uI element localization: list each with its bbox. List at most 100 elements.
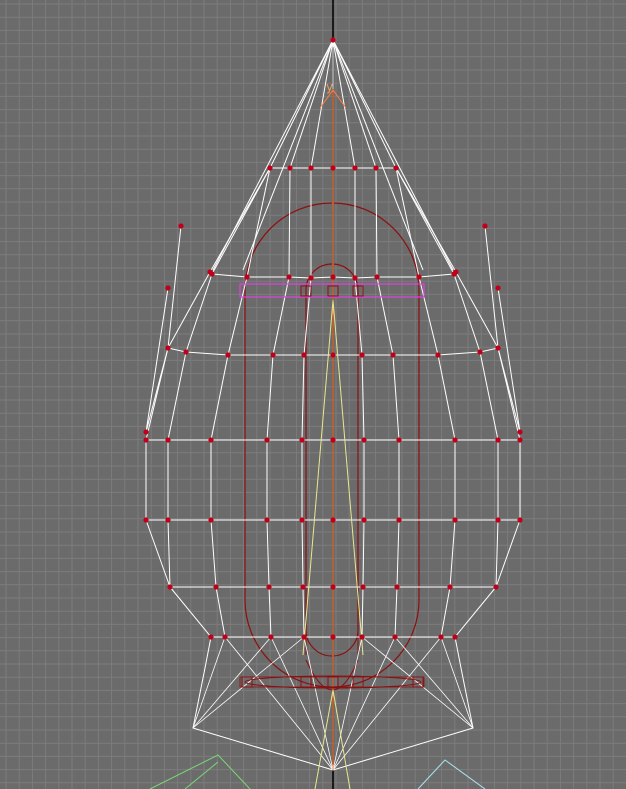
mesh-edge — [209, 167, 271, 273]
mesh-vertex — [352, 275, 358, 281]
mesh-edge — [212, 39, 334, 271]
mesh-edge — [495, 519, 499, 588]
mesh-edge — [375, 167, 378, 278]
mesh-vertex — [396, 517, 402, 523]
viewport-canvas[interactable] — [0, 0, 626, 789]
mesh-vertex — [374, 274, 380, 280]
mesh-vertex — [373, 165, 379, 171]
mesh-vertex — [452, 634, 458, 640]
mesh-vertex — [225, 352, 231, 358]
mesh-edge — [449, 519, 456, 588]
mesh-vertex — [244, 274, 250, 280]
mesh-vertex — [268, 634, 274, 640]
mesh-vertex — [213, 584, 219, 590]
mesh-vertex — [438, 634, 444, 640]
mesh-vertex — [165, 437, 171, 443]
mesh-vertex — [301, 634, 307, 640]
mesh-edge — [395, 167, 457, 273]
mesh-vertex — [330, 437, 336, 443]
mesh-edge — [167, 347, 333, 356]
mesh-vertex — [267, 165, 273, 171]
mesh-vertex — [393, 165, 399, 171]
mesh-vertex — [222, 634, 228, 640]
mesh-vertex — [143, 517, 149, 523]
inner-capsule — [305, 263, 359, 657]
mesh-vertex — [477, 349, 483, 355]
mesh-edge — [272, 276, 290, 356]
mesh-vertex — [143, 429, 149, 435]
mesh-vertex — [330, 37, 336, 43]
mesh-vertex — [264, 437, 270, 443]
mesh-edge — [362, 519, 365, 588]
mesh-vertex — [264, 517, 270, 523]
mesh-edge — [376, 276, 394, 356]
mesh-vertex — [266, 584, 272, 590]
mesh-vertex — [493, 584, 499, 590]
mesh-edge — [392, 354, 400, 441]
mesh-vertex — [517, 517, 523, 523]
mesh-vertex — [301, 352, 307, 358]
mesh-vertex — [143, 437, 149, 443]
mesh-edge — [454, 586, 497, 638]
mesh-vertex — [208, 634, 214, 640]
mesh-edge — [209, 271, 334, 279]
mesh-edge — [332, 39, 424, 271]
mesh-vertex — [207, 269, 213, 275]
mesh-vertex — [167, 584, 173, 590]
y-axis-label: y — [326, 80, 334, 94]
mesh-edge — [185, 273, 213, 353]
mesh-edge — [210, 519, 217, 588]
mesh-vertex — [165, 345, 171, 351]
mesh-vertex — [299, 517, 305, 523]
top-viewport[interactable]: y — [0, 0, 626, 789]
corner-helpers — [149, 754, 486, 789]
mesh-vertex — [392, 634, 398, 640]
mesh-vertex — [361, 517, 367, 523]
bone-gizmos[interactable] — [239, 283, 425, 689]
mesh-vertex — [435, 352, 441, 358]
mesh-vertex — [330, 517, 336, 523]
mesh-edge — [302, 586, 305, 638]
mesh-vertex — [394, 584, 400, 590]
mesh-vertex — [495, 285, 501, 291]
mesh-vertex — [447, 584, 453, 590]
mesh-edge — [394, 586, 398, 638]
mesh-vertex — [495, 437, 501, 443]
mesh-vertex — [452, 437, 458, 443]
mesh-vertex — [396, 437, 402, 443]
mesh-vertex — [359, 352, 365, 358]
mesh-edge — [453, 273, 481, 353]
mesh-vertex — [517, 437, 523, 443]
mesh-vertex — [416, 274, 422, 280]
mesh-vertex — [183, 349, 189, 355]
mesh-vertex — [330, 584, 336, 590]
mesh-vertex — [361, 437, 367, 443]
mesh-vertex — [287, 165, 293, 171]
mesh-vertex — [208, 517, 214, 523]
mesh-edge — [266, 519, 270, 588]
mesh-vertex — [360, 584, 366, 590]
mesh-vertex — [308, 165, 314, 171]
mesh-edge — [396, 519, 400, 588]
mesh-vertex — [390, 352, 396, 358]
mesh-vertex — [330, 634, 336, 640]
mesh-edge — [455, 271, 499, 349]
left-helper-object — [149, 754, 251, 789]
mesh-vertex — [359, 634, 365, 640]
mesh-vertex — [270, 352, 276, 358]
mesh-vertex — [352, 165, 358, 171]
mesh-edge — [301, 354, 305, 441]
mesh-vertex — [330, 274, 336, 280]
mesh-vertex — [208, 437, 214, 443]
mesh-vertex — [330, 165, 336, 171]
mesh-vertex — [308, 275, 314, 281]
mesh-vertex — [165, 517, 171, 523]
mesh-vertex — [495, 345, 501, 351]
mesh-vertex — [178, 223, 184, 229]
viewport-grid — [0, 0, 626, 789]
mesh-vertex — [453, 269, 459, 275]
mesh-vertex — [286, 274, 292, 280]
mesh-edge — [246, 167, 271, 278]
mesh-vertex — [452, 517, 458, 523]
mesh-edge — [301, 519, 304, 588]
